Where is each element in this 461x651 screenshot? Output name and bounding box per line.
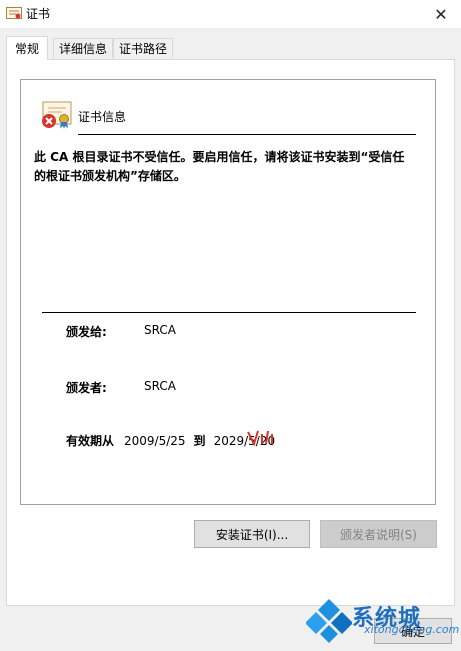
tab-certification-path[interactable]: 证书路径 [113, 38, 173, 58]
title-bar: 证书 ✕ [0, 0, 461, 28]
red-annotation-mark [247, 430, 273, 446]
tab-details[interactable]: 详细信息 [53, 38, 113, 58]
validity-to-label: 到 [193, 434, 206, 448]
issuer-statement-button[interactable]: 颁发者说明(S) [320, 520, 437, 548]
tab-general[interactable]: 常规 [6, 36, 48, 60]
validity-period: 有效期从 2009/5/25 到 2029/5/20 [66, 432, 275, 449]
cert-info-title: 证书信息 [78, 110, 127, 124]
issued-to-label: 颁发给: [66, 325, 107, 339]
validity-label: 有效期从 [66, 434, 115, 448]
section-divider [42, 312, 416, 313]
valid-from-date: 2009/5/25 [124, 434, 186, 448]
issued-to-value: SRCA [144, 323, 176, 337]
certificate-app-icon [6, 7, 22, 19]
install-certificate-button[interactable]: 安装证书(I)... [194, 520, 310, 548]
title-divider [78, 134, 416, 135]
close-button[interactable]: ✕ [421, 0, 461, 28]
trust-warning-text: 此 CA 根目录证书不受信任。要启用信任，请将该证书安装到“受信任的根证书颁发机… [34, 150, 405, 183]
watermark-url: xitongcheng.com [364, 623, 460, 636]
issued-by-value: SRCA [144, 379, 176, 393]
issued-by-label: 颁发者: [66, 381, 107, 395]
watermark-logo-icon [306, 599, 352, 643]
close-icon: ✕ [434, 4, 448, 24]
untrusted-certificate-icon [42, 101, 72, 129]
window-title: 证书 [26, 7, 51, 21]
